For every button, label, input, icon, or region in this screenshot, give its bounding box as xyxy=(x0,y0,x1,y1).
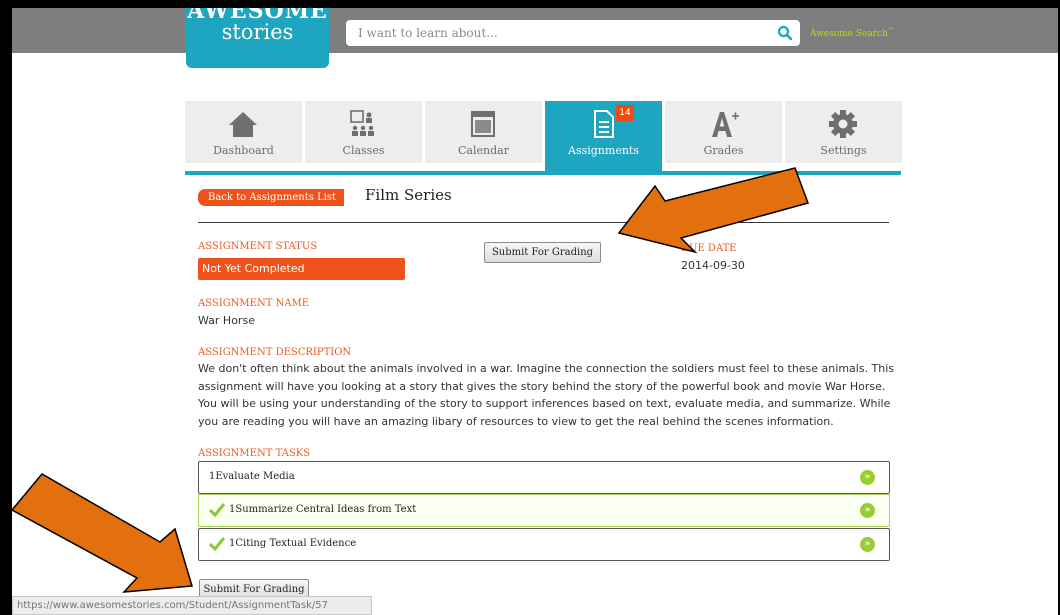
tab-assignments[interactable]: 14 Assignments xyxy=(545,101,662,171)
site-logo[interactable]: AWESOME stories xyxy=(186,8,329,68)
classes-icon xyxy=(350,110,374,136)
task-row-citing-evidence[interactable]: 1Citing Textual Evidence » xyxy=(198,528,890,561)
tab-label: Dashboard xyxy=(213,144,274,157)
calendar-icon xyxy=(471,111,495,137)
back-to-assignments-button[interactable]: Back to Assignments List xyxy=(198,189,345,206)
assignment-name-label: ASSIGNMENT NAME xyxy=(198,298,310,309)
status-badge: Not Yet Completed xyxy=(198,258,405,280)
tab-label: Assignments xyxy=(568,144,639,157)
go-arrow-icon[interactable]: » xyxy=(860,470,875,485)
tab-label: Calendar xyxy=(458,144,509,157)
task-name: 1Summarize Central Ideas from Text xyxy=(229,504,417,515)
tab-dashboard[interactable]: Dashboard xyxy=(185,101,302,163)
trademark-mark: ™ xyxy=(887,27,894,34)
tab-classes[interactable]: Classes xyxy=(305,101,422,163)
gear-icon xyxy=(829,110,857,138)
browser-viewport: AWESOME stories Awesome Search™ Dashboar… xyxy=(12,8,1058,615)
tab-grades[interactable]: Grades xyxy=(665,101,782,163)
due-date-label: DUE DATE xyxy=(681,243,737,254)
due-date-value: 2014-09-30 xyxy=(681,259,745,272)
page-title: Film Series xyxy=(365,186,452,204)
search-input[interactable] xyxy=(358,24,758,42)
tab-label: Classes xyxy=(342,144,385,157)
submit-for-grading-button-top[interactable]: Submit For Grading xyxy=(484,242,601,263)
nav-underline xyxy=(185,171,901,175)
task-name: 1Evaluate Media xyxy=(209,471,295,482)
assignment-tasks-label: ASSIGNMENT TASKS xyxy=(198,448,311,459)
task-name: 1Citing Textual Evidence xyxy=(229,538,357,549)
logo-wordmark: stories xyxy=(221,20,294,44)
search-label-text: Awesome Search xyxy=(810,29,888,39)
assignment-description: We don't often think about the animals i… xyxy=(198,362,895,428)
search-box xyxy=(346,20,800,46)
assignment-description-label: ASSIGNMENT DESCRIPTION xyxy=(198,347,352,358)
assignments-count-badge: 14 xyxy=(616,105,634,121)
grade-a-plus-icon xyxy=(712,112,739,137)
document-icon xyxy=(594,110,614,138)
go-arrow-icon[interactable]: » xyxy=(860,503,875,518)
home-icon xyxy=(229,112,257,137)
main-nav: Dashboard Classes Calendar 14 Assignment… xyxy=(185,101,902,175)
assignment-name-value: War Horse xyxy=(198,314,255,327)
tab-label: Grades xyxy=(703,144,744,157)
checkmark-icon xyxy=(209,503,225,517)
task-row-evaluate-media[interactable]: 1Evaluate Media » xyxy=(198,461,890,494)
task-row-summarize[interactable]: 1Summarize Central Ideas from Text » xyxy=(198,494,890,527)
go-arrow-icon[interactable]: » xyxy=(860,537,875,552)
awesome-search-link[interactable]: Awesome Search™ xyxy=(810,27,894,39)
status-label: ASSIGNMENT STATUS xyxy=(198,241,318,252)
browser-status-bar: https://www.awesomestories.com/Student/A… xyxy=(12,596,372,615)
checkmark-icon xyxy=(209,537,225,551)
tab-calendar[interactable]: Calendar xyxy=(425,101,542,163)
tab-settings[interactable]: Settings xyxy=(785,101,902,163)
divider xyxy=(198,222,889,223)
search-icon[interactable] xyxy=(776,24,794,42)
tab-label: Settings xyxy=(820,144,867,157)
